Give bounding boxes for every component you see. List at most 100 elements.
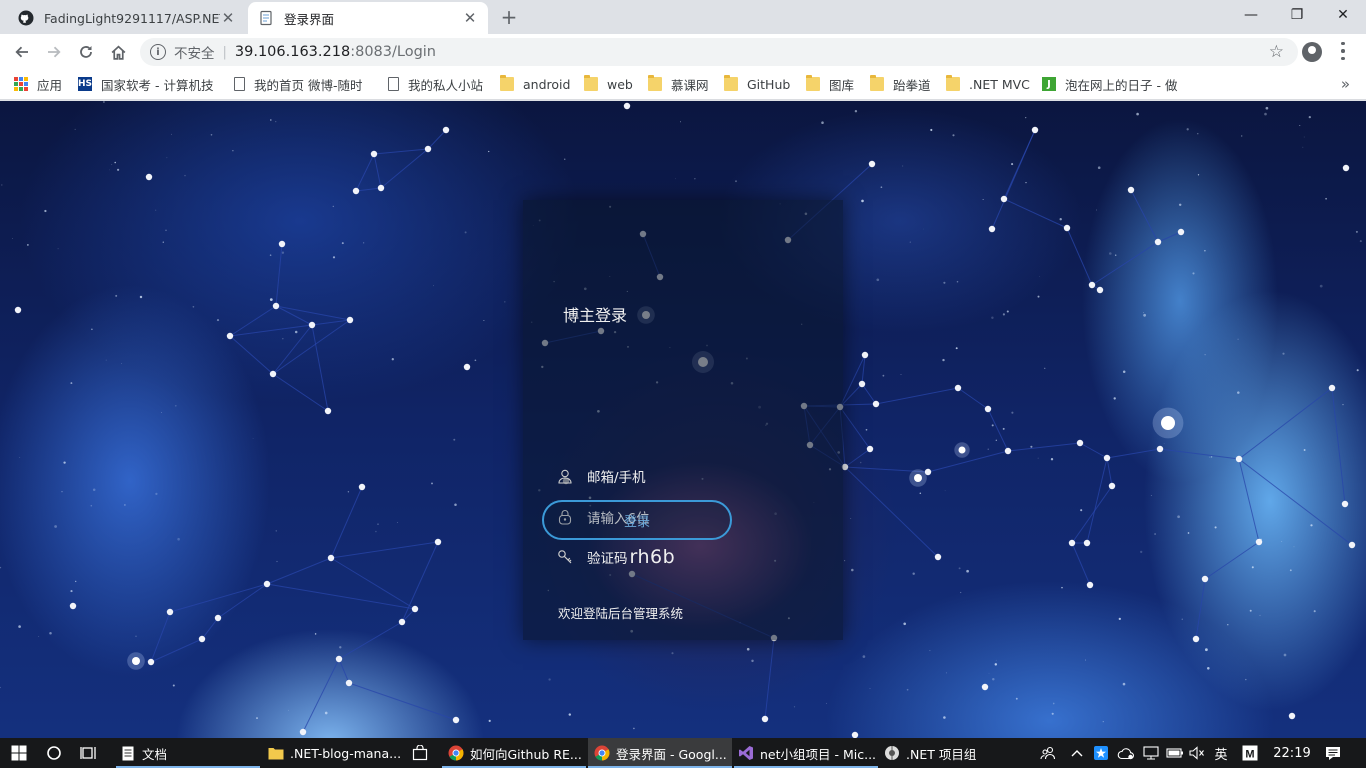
constellation-line: [1195, 578, 1206, 640]
background-star: [252, 438, 254, 439]
tab-login[interactable]: 登录界面 ✕: [248, 2, 488, 34]
constellation-node: [398, 618, 406, 626]
bookmark-ruankao[interactable]: HS 国家软考 - 计算机技: [78, 70, 218, 98]
close-tab-icon[interactable]: ✕: [462, 9, 478, 27]
task-view-button[interactable]: [72, 738, 106, 768]
bookmark-label: android: [523, 76, 571, 92]
constellation-node: [934, 553, 942, 561]
folder-icon: [724, 75, 738, 91]
taskbar-item-document[interactable]: 文档: [116, 738, 260, 768]
bookmarks-more-button[interactable]: »: [1341, 75, 1350, 93]
bookmark-jcodecraeer[interactable]: J 泡在网上的日子 - 做: [1042, 70, 1182, 98]
bookmark-folder-android[interactable]: android: [500, 70, 570, 98]
people-icon[interactable]: [1038, 738, 1058, 768]
background-star: [38, 636, 40, 637]
bookmark-folder-imooc[interactable]: 慕课网: [648, 70, 709, 98]
background-star: [1178, 203, 1182, 207]
background-star: [1302, 146, 1304, 148]
taskbar-item-net-group[interactable]: .NET 项目组: [880, 738, 1024, 768]
security-shield-icon[interactable]: [1090, 738, 1112, 768]
bookmark-folder-web[interactable]: web: [584, 70, 633, 98]
chevron-up-icon[interactable]: [1066, 738, 1088, 768]
start-button[interactable]: [0, 738, 38, 768]
address-bar[interactable]: i 不安全 | 39.106.163.218 :8083/Login ☆: [140, 38, 1298, 66]
constellation-node: [1088, 281, 1096, 289]
constellation-node: [14, 306, 22, 314]
constellation-line: [272, 373, 329, 412]
bookmark-private-site[interactable]: 我的私人小站: [388, 70, 483, 98]
home-button[interactable]: [104, 38, 132, 66]
info-icon[interactable]: i: [150, 44, 166, 60]
taskbar-label: net小组项目 - Mic...: [760, 746, 877, 762]
background-star: [1241, 135, 1243, 137]
background-star: [63, 461, 66, 464]
tab-github[interactable]: FadingLight9291117/ASP.NET- ✕: [8, 2, 246, 34]
bookmark-folder-github[interactable]: GitHub: [724, 70, 790, 98]
ime-m-icon[interactable]: M: [1238, 738, 1262, 768]
constellation-node: [866, 445, 874, 453]
captcha-field[interactable]: 验证码 rh6b: [557, 546, 675, 568]
bookmark-star-icon[interactable]: ☆: [1269, 42, 1284, 62]
bookmark-weibo[interactable]: 我的首页 微博-随时: [234, 70, 370, 98]
folder-icon: [648, 75, 662, 91]
background-star: [906, 688, 909, 691]
background-star: [1204, 354, 1206, 356]
bookmark-label: 我的私人小站: [408, 77, 484, 93]
back-button[interactable]: [8, 38, 36, 66]
battery-icon[interactable]: [1164, 738, 1186, 768]
taskbar-item-visual-studio[interactable]: net小组项目 - Mic...: [734, 738, 878, 768]
bookmark-folder-gallery[interactable]: 图库: [806, 70, 854, 98]
background-star: [680, 121, 681, 123]
cloud-icon[interactable]: [1114, 738, 1138, 768]
background-star: [1102, 721, 1104, 723]
reload-icon: [80, 46, 92, 58]
tab-title: FadingLight9291117/ASP.NET-: [44, 10, 220, 26]
background-star: [44, 209, 47, 213]
captcha-code[interactable]: rh6b: [630, 546, 676, 568]
close-window-button[interactable]: ✕: [1320, 0, 1366, 30]
clock[interactable]: 22:19: [1266, 738, 1318, 768]
glow-star-core: [132, 657, 140, 665]
background-star: [109, 169, 110, 171]
taskbar-item-explorer[interactable]: .NET-blog-mana...: [262, 738, 406, 768]
background-star: [1177, 515, 1180, 519]
profile-avatar-icon[interactable]: [1302, 42, 1322, 62]
network-icon[interactable]: [1140, 738, 1162, 768]
background-star: [923, 228, 925, 230]
background-star: [1264, 112, 1267, 116]
store-icon: [412, 745, 428, 761]
constellation-line: [875, 387, 959, 405]
background-star: [1259, 614, 1261, 616]
bookmark-apps[interactable]: 应用: [14, 70, 62, 98]
ime-language-indicator[interactable]: 英: [1210, 738, 1232, 768]
background-star: [341, 242, 344, 245]
forward-button[interactable]: [40, 38, 68, 66]
background-star: [548, 678, 551, 681]
taskbar-item-chrome-github[interactable]: 如何向Github RE...: [442, 738, 586, 768]
bookmark-folder-taekwondo[interactable]: 跆拳道: [870, 70, 931, 98]
taskbar-item-store[interactable]: [408, 738, 432, 768]
constellation-node: [1083, 539, 1091, 547]
folder-icon: [870, 75, 884, 91]
close-tab-icon[interactable]: ✕: [220, 9, 236, 27]
volume-muted-icon[interactable]: [1186, 738, 1208, 768]
background-star: [633, 727, 635, 730]
bookmark-folder-net-mvc[interactable]: .NET MVC: [946, 70, 1030, 98]
restore-button[interactable]: ❐: [1274, 0, 1320, 30]
notifications-icon[interactable]: [1320, 738, 1346, 768]
menu-icon[interactable]: [1340, 40, 1346, 62]
home-icon: [111, 45, 125, 60]
taskbar-item-chrome-login[interactable]: 登录界面 - Googl...: [588, 738, 732, 768]
background-star: [1303, 449, 1306, 451]
minimize-button[interactable]: —: [1228, 0, 1274, 30]
login-button[interactable]: 登录: [542, 500, 732, 540]
reload-button[interactable]: [72, 38, 100, 66]
new-tab-button[interactable]: +: [500, 6, 518, 28]
app-icon: [884, 745, 900, 761]
url-host: 39.106.163.218: [234, 44, 351, 60]
svg-text:M: M: [1245, 749, 1254, 761]
constellation-line: [302, 658, 340, 733]
email-field[interactable]: 邮箱/手机: [557, 466, 646, 486]
background-star: [155, 209, 157, 211]
search-button[interactable]: [38, 738, 70, 768]
